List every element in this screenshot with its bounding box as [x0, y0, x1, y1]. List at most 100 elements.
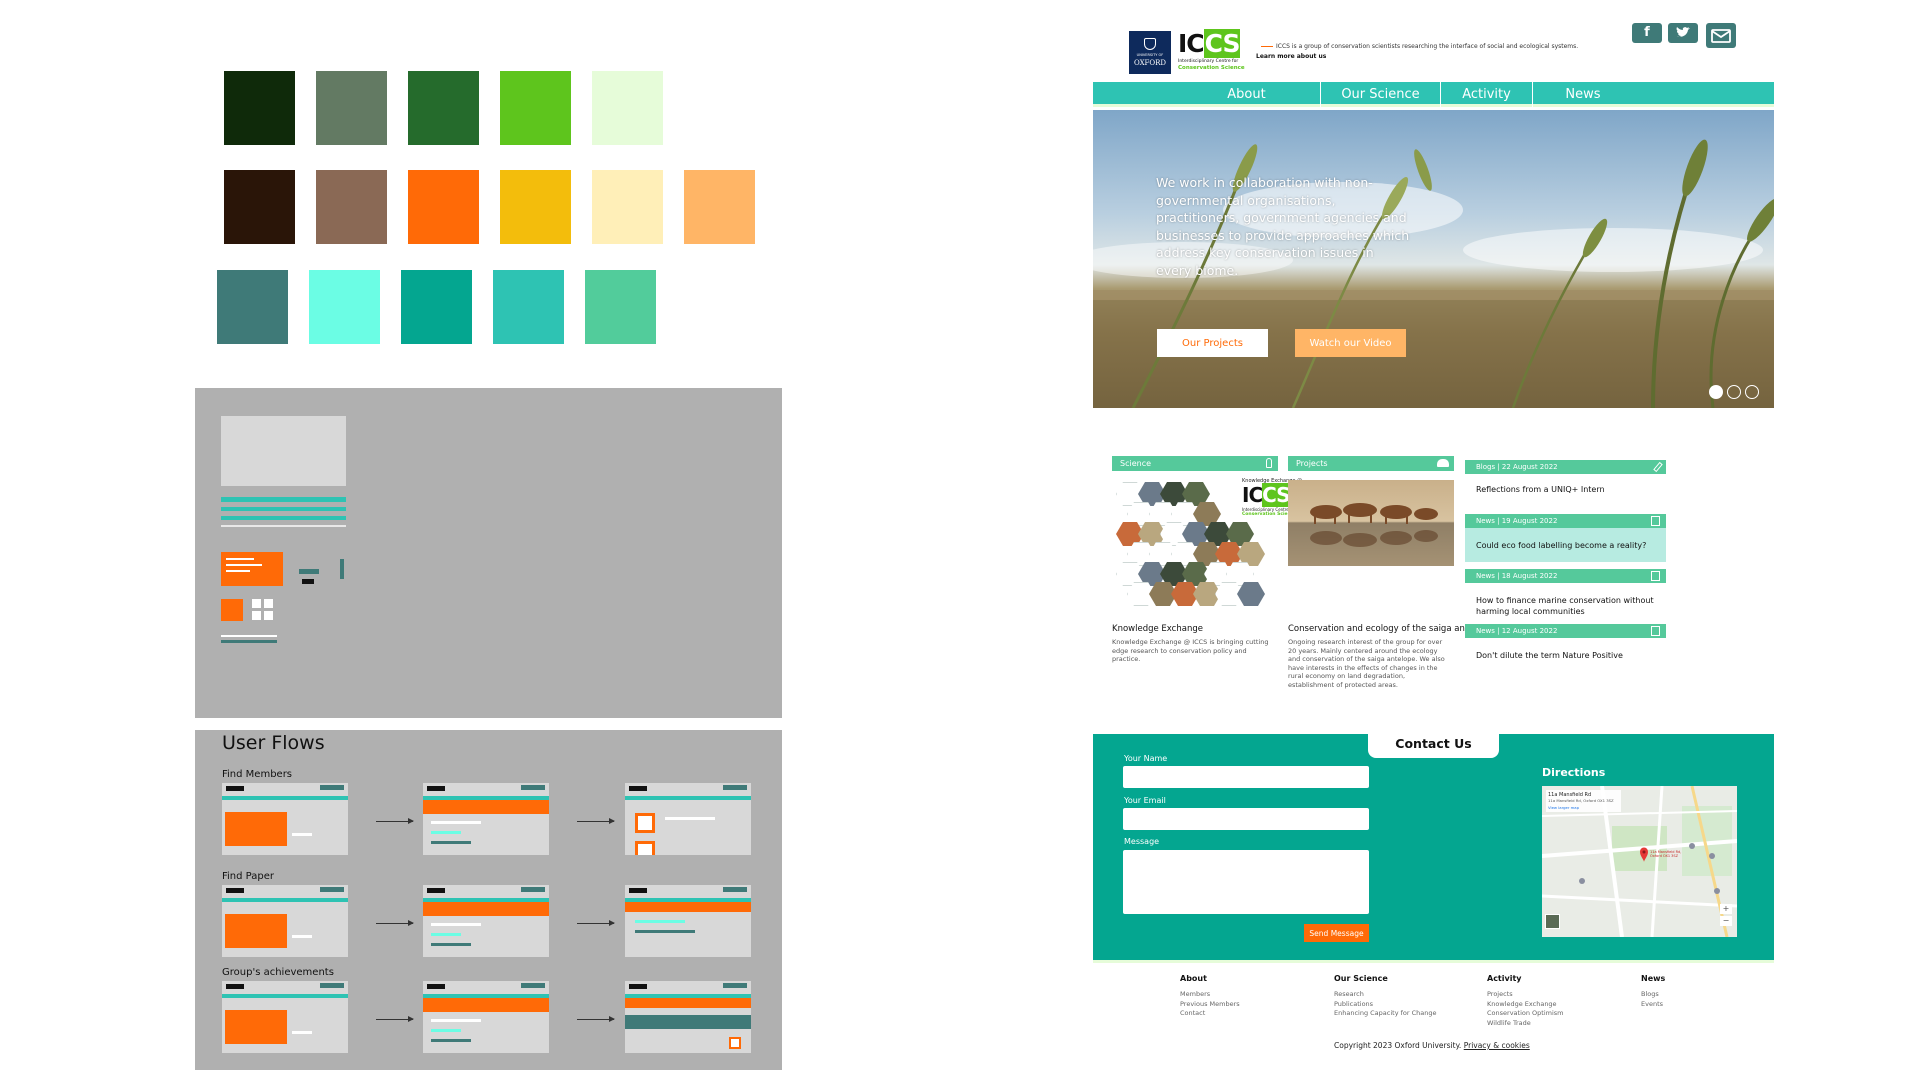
news-item-title[interactable]: Reflections from a UNIQ+ Intern — [1476, 484, 1666, 495]
oxford-logo-line2: OXFORD — [1133, 59, 1167, 67]
palette-swatch — [316, 170, 387, 244]
news-item-title[interactable]: Could eco food labelling become a realit… — [1476, 540, 1666, 551]
map-zoom-in[interactable]: + — [1720, 904, 1732, 914]
flow-arrow — [376, 818, 414, 824]
footer-link[interactable]: Previous Members — [1180, 1000, 1240, 1010]
news-item-title[interactable]: Don't dilute the term Nature Positive — [1476, 650, 1666, 661]
facebook-button[interactable]: f — [1632, 23, 1662, 43]
wireframe-panel — [195, 388, 782, 718]
pencil-icon — [1653, 461, 1663, 473]
saiga-antelope-image — [1288, 480, 1454, 566]
projects-card-header: Projects — [1288, 456, 1454, 471]
flow-screen-mini — [423, 783, 549, 855]
science-card[interactable]: Science Knowledge Exchange @ ICCS Interd… — [1112, 456, 1302, 676]
wireframe-footer-line — [221, 640, 277, 643]
send-message-button[interactable]: Send Message — [1304, 924, 1369, 942]
hero-text: We work in collaboration with non-govern… — [1156, 175, 1410, 278]
iccs-logo-text: ICCS — [1178, 29, 1241, 58]
footer-link[interactable]: Contact — [1180, 1009, 1205, 1019]
news-item-header: News | 12 August 2022 — [1465, 624, 1666, 638]
palette-swatch — [316, 71, 387, 145]
nav-activity[interactable]: Activity — [1441, 82, 1533, 107]
flow-arrow — [577, 1016, 615, 1022]
projects-card-title[interactable]: Conservation and ecology of the saiga an… — [1288, 624, 1492, 634]
watch-video-button[interactable]: Watch our Video — [1295, 329, 1406, 357]
palette-swatch — [224, 170, 295, 244]
facebook-icon: f — [1644, 25, 1650, 40]
projects-card[interactable]: Projects Conservation and ecology of the… — [1288, 456, 1492, 696]
hero-banner: We work in collaboration with non-govern… — [1093, 110, 1774, 408]
map-larger-link[interactable]: View larger map — [1548, 805, 1579, 810]
footer-link[interactable]: Members — [1180, 990, 1210, 1000]
science-card-title[interactable]: Knowledge Exchange — [1112, 624, 1203, 634]
footer-link[interactable]: Publications — [1334, 1000, 1373, 1010]
flow-label: Find Members — [222, 769, 293, 780]
carousel-dot-2[interactable] — [1727, 385, 1741, 399]
flow-arrow — [376, 1016, 414, 1022]
news-item-title[interactable]: How to finance marine conservation witho… — [1476, 595, 1666, 617]
palette-swatch — [217, 270, 288, 344]
flow-screen-mini — [625, 783, 751, 855]
twitter-button[interactable] — [1668, 23, 1698, 43]
palette-swatch — [500, 170, 571, 244]
nav-news[interactable]: News — [1533, 82, 1633, 107]
wireframe-orange-card — [221, 552, 283, 586]
footer-link[interactable]: Conservation Optimism — [1487, 1009, 1564, 1019]
carousel-dot-3[interactable] — [1745, 385, 1759, 399]
iccs-logo-sub2: Conservation Science — [1178, 65, 1245, 71]
message-field[interactable] — [1123, 850, 1369, 914]
wireframe-line — [221, 507, 346, 511]
projects-card-head-label: Projects — [1296, 459, 1328, 468]
document-icon — [1651, 571, 1660, 581]
wireframe-orange-square — [221, 599, 243, 621]
flow-screen-mini — [625, 981, 751, 1053]
email-button[interactable] — [1706, 23, 1736, 48]
flow-arrow — [577, 818, 615, 824]
privacy-link[interactable]: Privacy & cookies — [1464, 1041, 1530, 1050]
twitter-icon — [1676, 27, 1690, 37]
footer-link[interactable]: Projects — [1487, 990, 1513, 1000]
footer-link[interactable]: Events — [1641, 1000, 1663, 1010]
map-zoom-out[interactable]: − — [1720, 916, 1732, 926]
footer-link[interactable]: Knowledge Exchange — [1487, 1000, 1557, 1010]
directions-title: Directions — [1542, 766, 1606, 779]
flow-label: Group's achievements — [222, 967, 334, 978]
name-field[interactable] — [1123, 766, 1369, 788]
flow-screen-mini — [423, 885, 549, 957]
map-address-full: 11a Mansfield Rd, Oxford OX1 3SZ — [1548, 798, 1614, 803]
footer-link[interactable]: Enhancing Capacity for Change — [1334, 1009, 1437, 1019]
user-flows-panel: User Flows Find Members Find Paper Group's… — [195, 730, 782, 1070]
header-tagline: ICCS is a group of conservation scientis… — [1276, 43, 1579, 50]
flow-screen-mini — [625, 885, 751, 957]
contact-title-tab: Contact Us — [1368, 728, 1499, 758]
map-thumbnail[interactable] — [1545, 914, 1560, 929]
footer-link[interactable]: Blogs — [1641, 990, 1659, 1000]
directions-map[interactable]: 11a Mansfield Rd 11a Mansfield Rd, Oxfor… — [1542, 786, 1737, 937]
palette-swatch — [493, 270, 564, 344]
carousel-dot-1[interactable] — [1709, 385, 1723, 399]
copyright-label: Copyright 2023 Oxford University. — [1334, 1041, 1462, 1050]
news-item-meta: News | 18 August 2022 — [1476, 572, 1558, 580]
our-projects-button[interactable]: Our Projects — [1157, 329, 1268, 357]
palette-swatch — [224, 71, 295, 145]
nav-our-science[interactable]: Our Science — [1321, 82, 1441, 107]
science-card-header: Science — [1112, 456, 1278, 471]
palette-swatch — [408, 170, 479, 244]
iccs-logo-sub1: Interdisciplinary Centre for — [1178, 59, 1239, 64]
footer-heading: Our Science — [1334, 974, 1388, 983]
footer-link[interactable]: Wildlife Trade — [1487, 1019, 1531, 1029]
flow-screen-mini — [222, 783, 348, 855]
wireframe-grid-icon — [252, 599, 274, 621]
oxford-logo-line1: UNIVERSITY OF — [1136, 53, 1164, 57]
flow-screen-mini — [222, 981, 348, 1053]
footer-link[interactable]: Research — [1334, 990, 1364, 1000]
flow-arrow — [376, 920, 414, 926]
learn-more-link[interactable]: Learn more about us — [1256, 53, 1326, 60]
wireframe-line — [221, 516, 346, 520]
projects-card-desc: Ongoing research interest of the group f… — [1288, 638, 1445, 689]
flow-screen-mini — [423, 981, 549, 1053]
person-icon — [1266, 458, 1272, 468]
flow-screen-mini — [222, 885, 348, 957]
email-field[interactable] — [1123, 808, 1369, 830]
nav-about[interactable]: About — [1093, 82, 1321, 107]
